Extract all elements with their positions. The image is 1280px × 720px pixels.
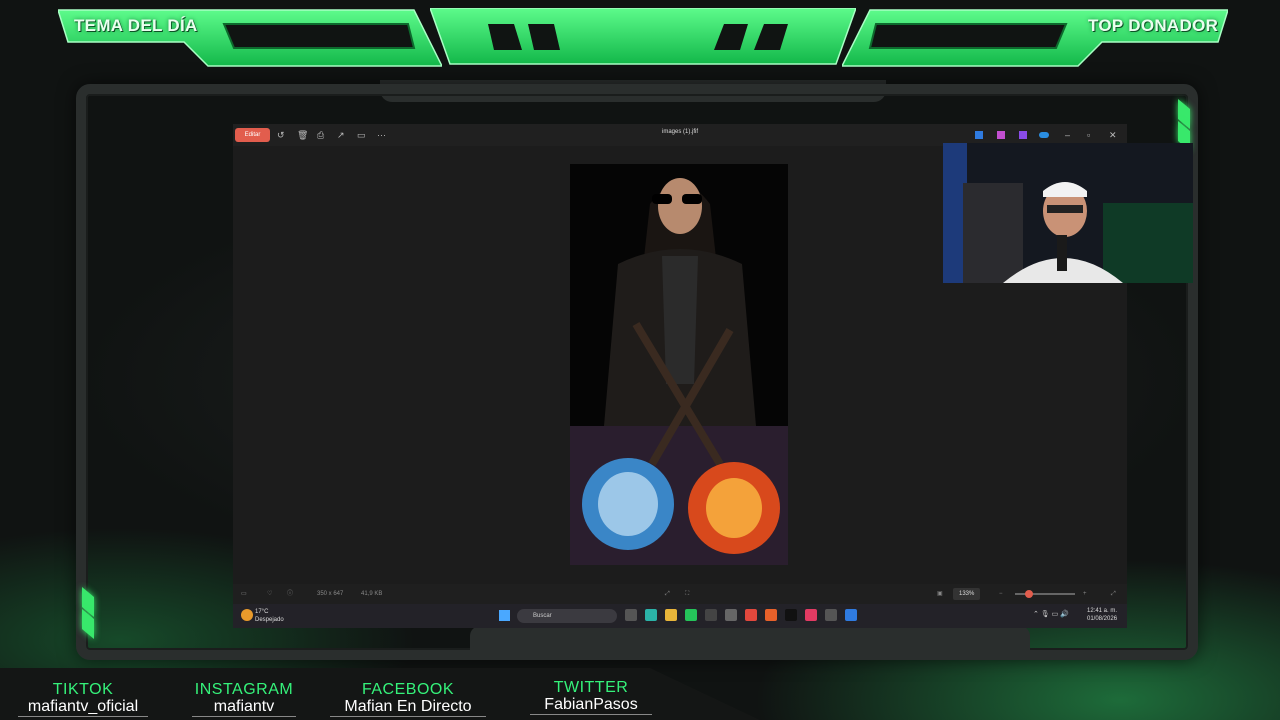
- zoom-in-icon[interactable]: +: [1083, 588, 1087, 600]
- donor-title: TOP DONADOR: [1088, 16, 1219, 35]
- file-size: 41,9 KB: [361, 591, 383, 597]
- minimize-icon[interactable]: –: [1065, 128, 1070, 142]
- taskview-icon[interactable]: [625, 609, 637, 621]
- weather-icon: [241, 609, 253, 621]
- social-label: INSTAGRAM: [194, 681, 294, 698]
- clock-time: 12:41 a. m.: [1087, 608, 1118, 614]
- social-handle: mafiantv: [192, 698, 296, 717]
- aspect-icon[interactable]: ▣: [937, 588, 943, 600]
- social-handle: Mafian En Directo: [330, 698, 486, 717]
- fit-icon[interactable]: ⤢: [665, 588, 670, 600]
- favorite-icon[interactable]: ♡: [267, 588, 272, 600]
- explorer-icon[interactable]: [665, 609, 677, 621]
- zoom-thumb[interactable]: [1025, 590, 1033, 598]
- app-icon[interactable]: [825, 609, 837, 621]
- stream-overlay: TEMA DEL DÍA TOP DONADOR Editar ↺ 🗑 ⎙ ↗ …: [0, 0, 1280, 720]
- app-icon[interactable]: [1019, 131, 1027, 139]
- weather-temp: 17°C: [255, 609, 269, 615]
- app-icon[interactable]: [705, 609, 717, 621]
- app-icon[interactable]: [725, 609, 737, 621]
- zoom-out-icon[interactable]: −: [999, 588, 1003, 600]
- social-handle: FabianPasos: [530, 696, 652, 715]
- guitarist-photo: [570, 164, 788, 565]
- chrome-icon[interactable]: [745, 609, 757, 621]
- window-title: images (1).jfif: [661, 129, 698, 135]
- frame-bottom-tab: [470, 626, 1030, 656]
- photos-icon[interactable]: [845, 609, 857, 621]
- image-preview: [570, 164, 788, 565]
- app-icon[interactable]: [765, 609, 777, 621]
- expand-icon[interactable]: ⤢: [1111, 588, 1116, 600]
- taskbar-search[interactable]: Buscar: [517, 609, 617, 623]
- donor-banner: TOP DONADOR: [842, 8, 1228, 68]
- filmstrip-icon[interactable]: ▭: [241, 588, 247, 600]
- start-icon[interactable]: [499, 610, 510, 621]
- center-banner: [430, 8, 856, 68]
- whatsapp-icon[interactable]: [685, 609, 697, 621]
- close-icon[interactable]: ✕: [1109, 128, 1117, 142]
- social-label: FACEBOOK: [361, 681, 455, 698]
- social-label: TWITTER: [553, 679, 629, 696]
- fullscreen-icon[interactable]: ⛶: [685, 588, 689, 600]
- weather-widget[interactable]: 17°C Despejado: [255, 608, 284, 624]
- social-handle: mafiantv_oficial: [18, 698, 148, 717]
- clock[interactable]: 12:41 a. m. 01/08/2026: [1087, 607, 1117, 623]
- viewer-statusbar: ▭ ♡ ⓘ 350 x 647 41,9 KB ⤢ ⛶ ▣ 133% − + ⤢: [233, 584, 1127, 604]
- topic-title: TEMA DEL DÍA: [74, 16, 198, 35]
- app-icon[interactable]: [785, 609, 797, 621]
- streamer-camera: [943, 143, 1193, 283]
- social-tiktok[interactable]: TIKTOK mafiantv_oficial: [18, 682, 148, 717]
- social-facebook[interactable]: FACEBOOK Mafian En Directo: [330, 682, 486, 717]
- cloud-icon[interactable]: [1039, 132, 1049, 138]
- social-instagram[interactable]: INSTAGRAM mafiantv: [192, 682, 296, 717]
- tray-icons[interactable]: ⌃ 🎙 ▭ 🔊: [1033, 610, 1069, 618]
- edge-icon[interactable]: [645, 609, 657, 621]
- social-label: TIKTOK: [52, 681, 114, 698]
- windows-taskbar: 17°C Despejado Buscar ⌃ 🎙 ▭ 🔊 12:41 a. m…: [233, 604, 1127, 628]
- image-dimensions: 350 x 647: [317, 591, 344, 597]
- social-twitter[interactable]: TWITTER FabianPasos: [530, 680, 652, 715]
- tiktok-icon[interactable]: [805, 609, 817, 621]
- app-icon[interactable]: [975, 131, 983, 139]
- zoom-select[interactable]: 133%: [953, 588, 981, 600]
- weather-desc: Despejado: [255, 617, 284, 623]
- clock-date: 01/08/2026: [1087, 616, 1118, 622]
- zoom-slider[interactable]: [1015, 590, 1075, 598]
- topic-banner: TEMA DEL DÍA: [58, 8, 442, 68]
- socials-bar: TIKTOK mafiantv_oficial INSTAGRAM mafian…: [0, 668, 760, 720]
- info-icon[interactable]: ⓘ: [287, 588, 293, 600]
- webcam-feed: [943, 143, 1193, 283]
- maximize-icon[interactable]: ▫: [1087, 128, 1090, 142]
- app-icon[interactable]: [997, 131, 1005, 139]
